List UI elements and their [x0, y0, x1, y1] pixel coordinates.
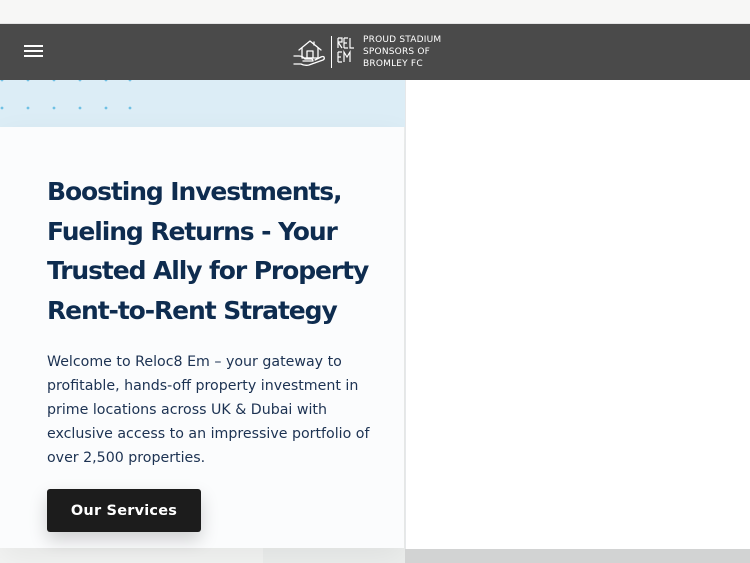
- logo-tagline-line: SPONSORS OF: [363, 47, 431, 57]
- logo-tagline: PROUD STADIUM SPONSORS OF BROMLEY FC: [363, 34, 441, 70]
- logo-tagline-line: BROMLEY FC: [363, 59, 423, 69]
- house-in-hand-icon: [293, 40, 325, 66]
- logo-tagline-line: PROUD STADIUM: [363, 35, 442, 45]
- hero-image-area: [405, 80, 750, 549]
- site-logo[interactable]: PROUD STADIUM SPONSORS OF BROMLEY FC: [293, 32, 463, 72]
- hero-description: Welcome to Reloc8 Em – your gateway to p…: [47, 354, 370, 466]
- our-services-button[interactable]: Our Services: [47, 489, 201, 532]
- hero-image-bottom-edge: [405, 549, 750, 563]
- site-header: PROUD STADIUM SPONSORS OF BROMLEY FC: [0, 24, 750, 80]
- logo-wordmark: [331, 36, 357, 68]
- hero-title: Boosting Investments, Fueling Returns - …: [47, 177, 369, 325]
- top-strip: [0, 0, 750, 24]
- hamburger-menu-icon[interactable]: [24, 43, 43, 59]
